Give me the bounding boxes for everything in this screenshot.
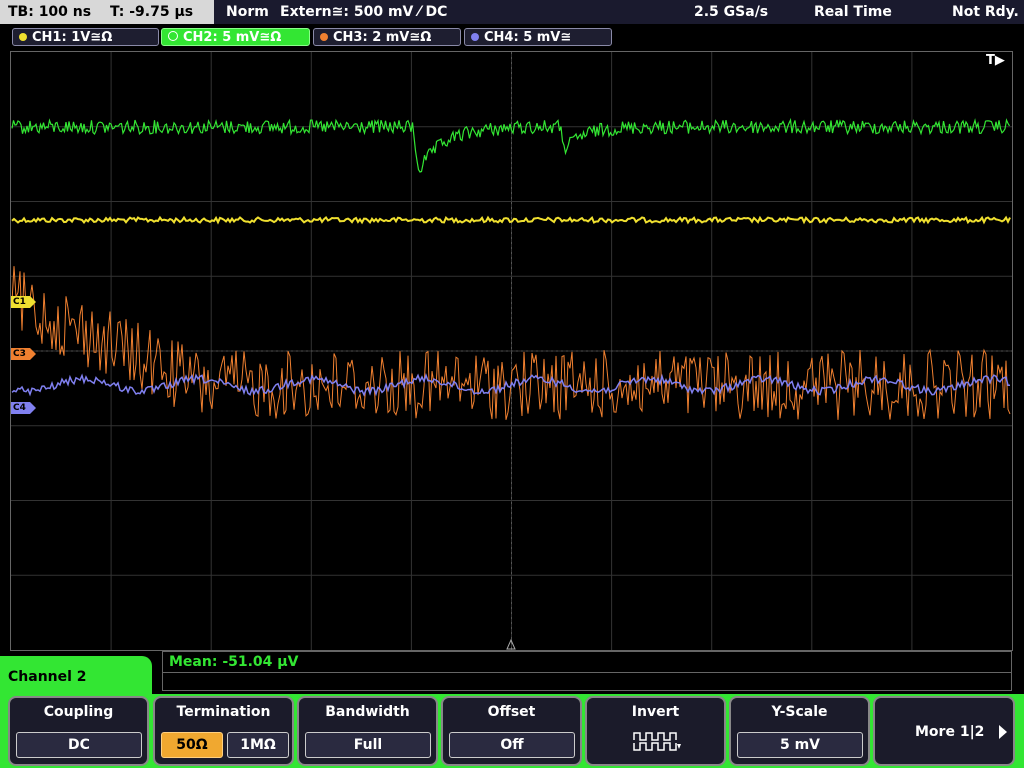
offset-softkey[interactable]: Offset Off — [441, 696, 582, 766]
ch1-offset-marker[interactable]: C1 — [11, 296, 36, 308]
yscale-softkey[interactable]: Y-Scale 5 mV — [729, 696, 870, 766]
termination-softkey[interactable]: Termination 50Ω 1MΩ — [153, 696, 294, 766]
ch3-offset-marker[interactable]: C3 — [11, 348, 36, 360]
softkey-title: Invert — [631, 704, 680, 720]
more-arrow-icon — [999, 725, 1007, 739]
mean-measurement: Mean: -51.04 µV — [169, 654, 299, 670]
bandwidth-value[interactable]: Full — [305, 732, 431, 758]
softkey-title: Offset — [487, 704, 536, 720]
more-label: More 1|2 — [915, 724, 985, 740]
softkey-title: Bandwidth — [325, 704, 410, 720]
softkey-title: Coupling — [43, 704, 114, 720]
softkey-title: Y-Scale — [771, 704, 828, 720]
bandwidth-softkey[interactable]: Bandwidth Full — [297, 696, 438, 766]
termination-50ohm-option[interactable]: 50Ω — [161, 732, 223, 758]
graticule-frame — [10, 51, 1013, 651]
trigger-marker-label: T — [986, 53, 995, 68]
invert-softkey[interactable]: Invert — [585, 696, 726, 766]
measurement-panel: Mean: -51.04 µV — [162, 651, 1012, 691]
yscale-value[interactable]: 5 mV — [737, 732, 863, 758]
menu-title: Channel 2 — [0, 656, 152, 700]
offset-value[interactable]: Off — [449, 732, 575, 758]
invert-waveform-icon — [633, 732, 681, 751]
more-softkey[interactable]: More 1|2 — [873, 696, 1015, 766]
coupling-value[interactable]: DC — [16, 732, 142, 758]
coupling-softkey[interactable]: Coupling DC — [8, 696, 149, 766]
ch4-offset-marker[interactable]: C4 — [11, 402, 36, 414]
softkey-title: Termination — [176, 704, 271, 720]
trigger-time-marker: T▶ — [986, 53, 1005, 68]
termination-1mohm-option[interactable]: 1MΩ — [227, 732, 289, 758]
